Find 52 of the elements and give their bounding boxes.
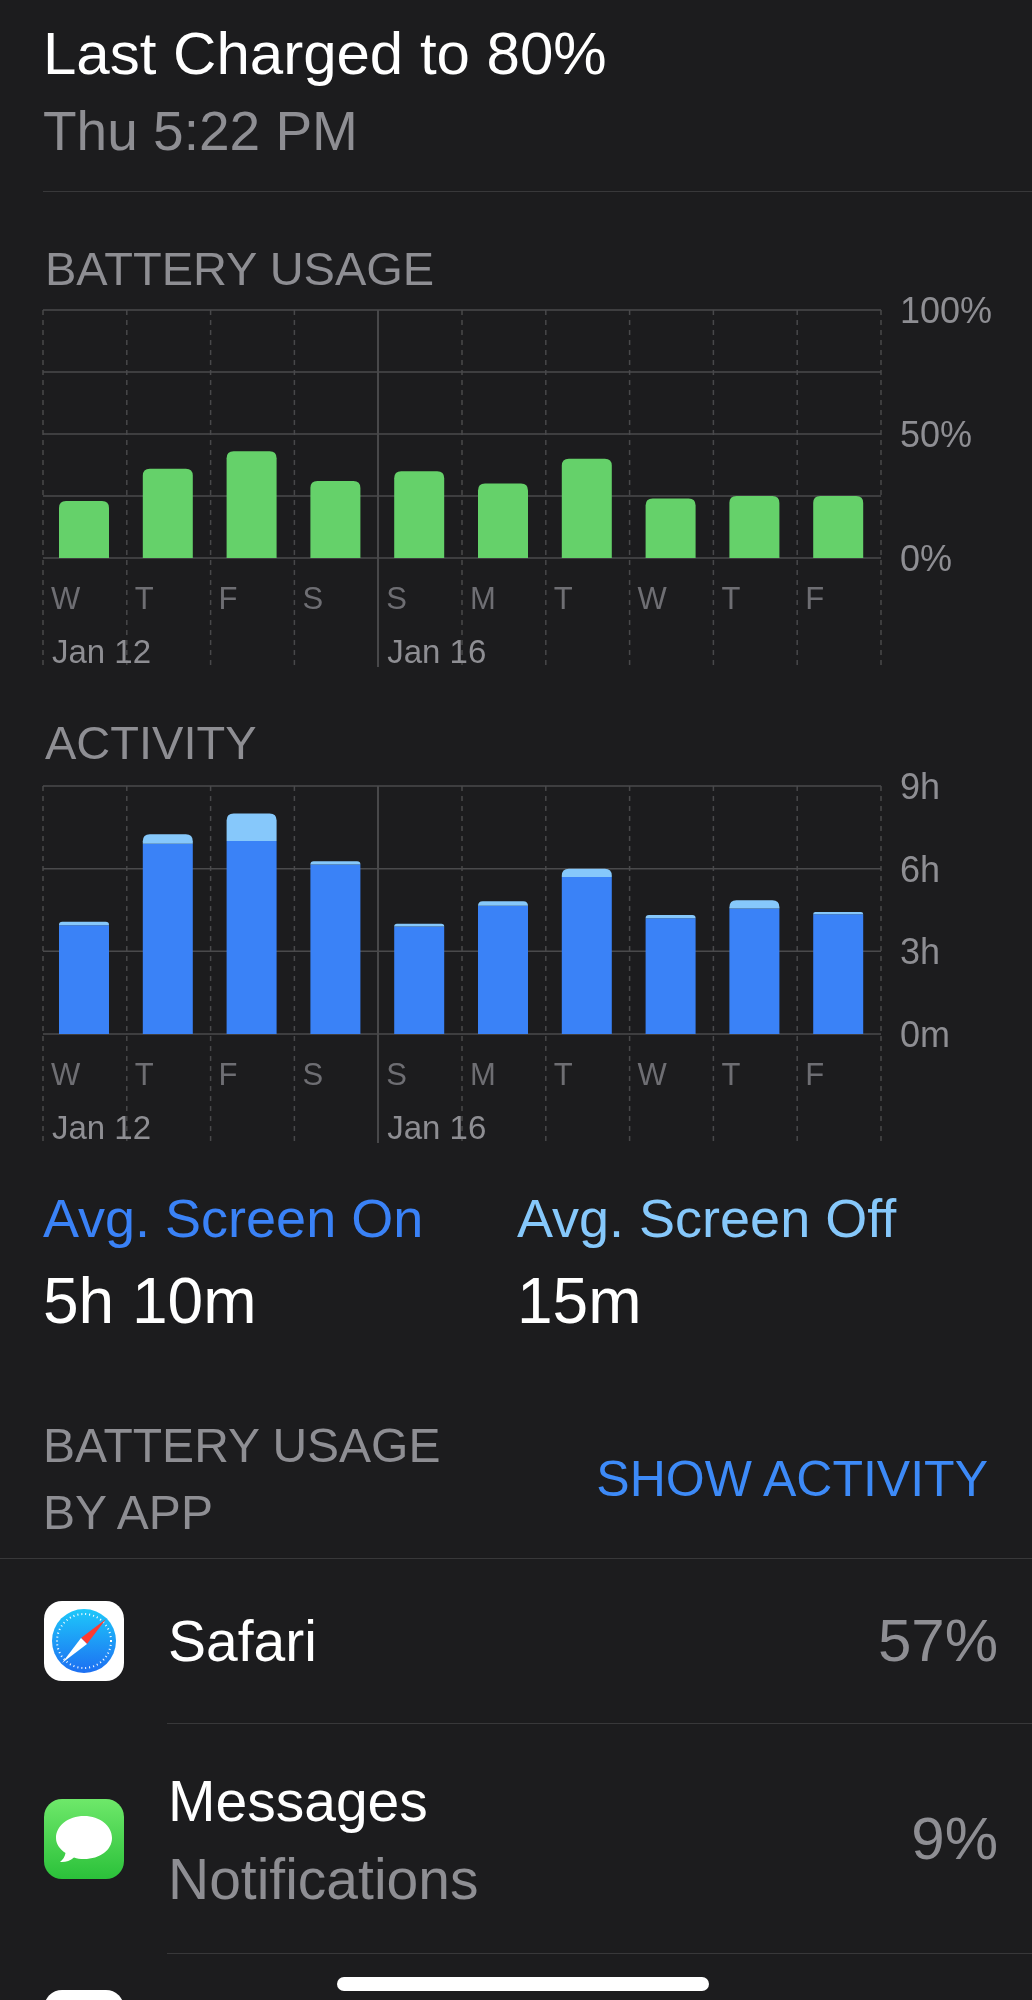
average-label: Avg. Screen Off [517,1188,897,1248]
day-label: T [134,581,154,616]
day-label: M [470,581,496,616]
bar [645,498,696,558]
day-label: M [470,1057,496,1092]
date-label: Jan 12 [52,633,152,670]
axis-label: 3h [900,931,941,973]
average-label: Avg. Screen On [43,1188,424,1248]
axis-label: 0% [900,538,953,579]
axis-label: 100% [900,290,993,331]
app-detail: Notifications [168,1848,479,1909]
speech-bubble-icon[interactable] [44,1798,124,1879]
date-label: Jan 16 [387,633,487,670]
app-name: Messages [168,1768,428,1833]
axis-label: 0m [900,1014,950,1055]
day-label: F [805,1057,825,1092]
day-label: T [553,1057,573,1092]
section-heading: ACTIVITY [45,718,257,768]
bar [729,496,780,558]
day-label: T [134,1057,154,1092]
app-name: Safari [168,1609,317,1673]
axis-label: 6h [900,848,941,890]
day-label: F [218,581,238,616]
day-label: S [386,1057,407,1092]
day-label: W [51,581,81,616]
day-label: F [218,1057,238,1092]
date-label: Jan 12 [52,1109,152,1146]
last-charged-time: Thu 5:22 PM [43,101,358,161]
day-label: S [302,1057,324,1092]
day-label: T [553,581,573,616]
day-label: F [805,581,825,616]
average-value: 15m [517,1268,642,1334]
day-label: W [51,1057,81,1092]
day-label: S [386,581,407,616]
usage-percent: 57% [877,1609,998,1673]
section-heading: BATTERY USAGE [45,244,435,294]
day-label: W [637,581,667,616]
bar [59,500,109,558]
day-label: W [637,1057,667,1092]
day-label: T [721,581,741,616]
section-heading: BATTERY USAGE BY APP [43,1418,442,1541]
compass-icon[interactable] [44,1601,124,1681]
date-label: Jan 16 [387,1109,487,1146]
day-label: T [721,1057,741,1092]
show-activity-link[interactable]: SHOW ACTIVITY [596,1450,988,1508]
bar [813,496,864,558]
day-label: S [302,581,324,616]
average-value: 5h 10m [43,1268,257,1334]
last-charged-title: Last Charged to 80% [43,22,607,86]
axis-label: 50% [900,414,973,455]
usage-percent: 9% [911,1806,998,1871]
axis-label: 9h [900,766,941,807]
